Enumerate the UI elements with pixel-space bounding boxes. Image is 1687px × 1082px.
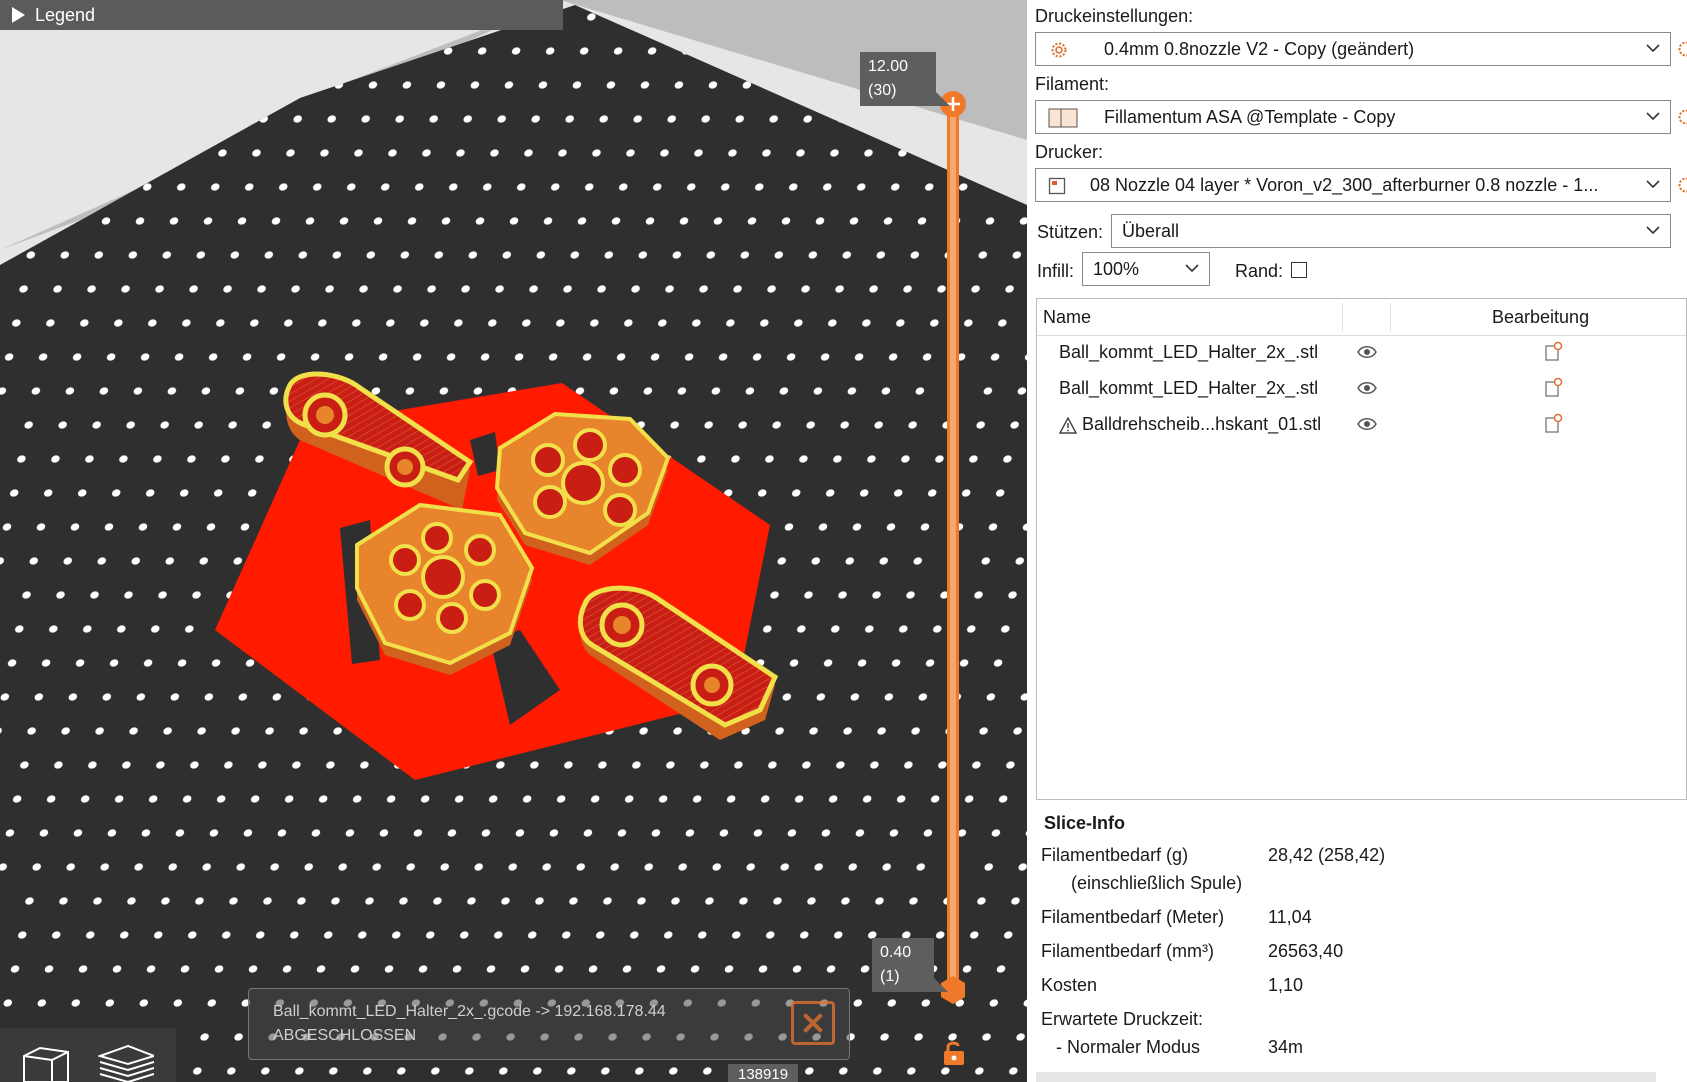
- print-settings-value: 0.4mm 0.8nozzle V2 - Copy (geändert): [1104, 38, 1415, 59]
- filament-m-label: Filamentbedarf (Meter): [1041, 907, 1225, 927]
- layer-bottom-index: (1): [880, 968, 900, 985]
- infill-value: 100%: [1093, 258, 1140, 279]
- warning-icon: [1059, 417, 1077, 434]
- object-name: Ball_kommt_LED_Halter_2x_.stl: [1059, 378, 1319, 398]
- printer-value: 08 Nozzle 04 layer * Voron_v2_300_afterb…: [1090, 174, 1599, 195]
- eye-icon[interactable]: [1357, 417, 1377, 431]
- infill-label: Infill:: [1037, 261, 1075, 281]
- object-list-header: Name Bearbeitung: [1037, 299, 1686, 336]
- printer-icon: [1048, 177, 1066, 195]
- print-time-label: Erwartete Druckzeit:: [1041, 1009, 1204, 1029]
- print-settings-label: Druckeinstellungen:: [1035, 6, 1194, 26]
- preview-layers-icon[interactable]: [98, 1042, 154, 1082]
- settings-gear-icon[interactable]: [1677, 176, 1687, 194]
- layer-top-height: 12.00: [868, 58, 909, 75]
- print-settings-dropdown[interactable]: 0.4mm 0.8nozzle V2 - Copy (geändert): [1035, 32, 1671, 66]
- column-name[interactable]: Name: [1043, 307, 1091, 328]
- slice-info-title: Slice-Info: [1044, 813, 1126, 833]
- layer-bottom-height: 0.40: [880, 944, 912, 961]
- object-row[interactable]: Balldrehscheib...hskant_01.stl: [1037, 407, 1686, 443]
- normal-mode-value: 34m: [1268, 1037, 1304, 1057]
- eye-icon[interactable]: [1357, 345, 1377, 359]
- settings-gear-icon[interactable]: [1677, 40, 1687, 58]
- filament-dropdown[interactable]: Fillamentum ASA @Template - Copy: [1035, 100, 1671, 134]
- view-toolbar: [0, 1028, 176, 1082]
- 3d-view-icon[interactable]: [18, 1042, 74, 1082]
- chevron-down-icon: [1646, 112, 1660, 121]
- object-list: Name Bearbeitung Ball_kommt_LED_Halter_2…: [1036, 298, 1687, 800]
- filament-value: Fillamentum ASA @Template - Copy: [1104, 106, 1396, 127]
- brim-checkbox[interactable]: [1291, 262, 1307, 278]
- legend-toggle[interactable]: Legend: [0, 0, 563, 30]
- layer-top-tooltip: 12.00 (30): [860, 52, 950, 106]
- filament-g-label: Filamentbedarf (g): [1041, 845, 1189, 865]
- edit-settings-icon[interactable]: [1545, 341, 1563, 361]
- chevron-down-icon: [1646, 226, 1660, 235]
- settings-gear-icon[interactable]: [1677, 108, 1687, 126]
- cancel-upload-button[interactable]: [791, 1001, 835, 1045]
- brim-label: Rand:: [1235, 261, 1284, 281]
- filament-label: Filament:: [1035, 74, 1110, 94]
- object-row[interactable]: Ball_kommt_LED_Halter_2x_.stl: [1037, 371, 1686, 407]
- filament-mm3-label: Filamentbedarf (mm³): [1041, 941, 1215, 961]
- chevron-down-icon: [1646, 44, 1660, 53]
- 3d-viewport[interactable]: Legend 12.00 (30) 0.40 (1) Ball_kommt_LE…: [0, 0, 1027, 1082]
- supports-value: Überall: [1122, 220, 1180, 241]
- filament-mm3-value: 26563,40: [1268, 941, 1344, 961]
- object-row[interactable]: Ball_kommt_LED_Halter_2x_.stl: [1037, 335, 1686, 371]
- layer-top-index: (30): [868, 82, 897, 99]
- infill-dropdown[interactable]: 100%: [1082, 252, 1210, 286]
- cost-value: 1,10: [1268, 975, 1304, 995]
- chevron-down-icon: [1646, 180, 1660, 189]
- expand-triangle-icon: [12, 7, 25, 23]
- layer-bottom-tooltip: 0.40 (1): [872, 938, 948, 992]
- legend-label: Legend: [35, 4, 96, 25]
- filament-g-value: 28,42 (258,42): [1268, 845, 1386, 865]
- printer-label: Drucker:: [1035, 142, 1104, 162]
- object-name: Balldrehscheib...hskant_01.stl: [1082, 414, 1322, 434]
- unlock-icon[interactable]: [942, 1040, 966, 1066]
- edit-settings-icon[interactable]: [1545, 377, 1563, 397]
- upload-filename: Ball_kommt_LED_Halter_2x_.gcode -> 192.1…: [273, 1003, 666, 1020]
- object-name: Ball_kommt_LED_Halter_2x_.stl: [1059, 342, 1319, 362]
- filament-g-sublabel: (einschließlich Spule): [1071, 873, 1243, 893]
- scene-canvas[interactable]: [0, 0, 1027, 1082]
- edit-settings-icon[interactable]: [1545, 413, 1563, 433]
- filament-m-value: 11,04: [1268, 907, 1312, 927]
- cost-label: Kosten: [1041, 975, 1098, 995]
- supports-label: Stützen:: [1037, 222, 1104, 242]
- eye-icon[interactable]: [1357, 381, 1377, 395]
- upload-notification: Ball_kommt_LED_Halter_2x_.gcode -> 192.1…: [248, 988, 850, 1060]
- moves-counter: 138919: [728, 1064, 799, 1082]
- normal-mode-label: - Normaler Modus: [1056, 1037, 1201, 1057]
- filament-color-icon: [1048, 108, 1078, 128]
- supports-dropdown[interactable]: Überall: [1111, 214, 1671, 248]
- bottom-scroll-strip: [1036, 1072, 1656, 1082]
- gear-icon: [1051, 42, 1067, 58]
- printer-dropdown[interactable]: 08 Nozzle 04 layer * Voron_v2_300_afterb…: [1035, 168, 1671, 202]
- upload-status: ABGESCHLOSSEN: [273, 1027, 417, 1044]
- column-edit[interactable]: Bearbeitung: [1492, 307, 1589, 328]
- chevron-down-icon: [1185, 264, 1199, 273]
